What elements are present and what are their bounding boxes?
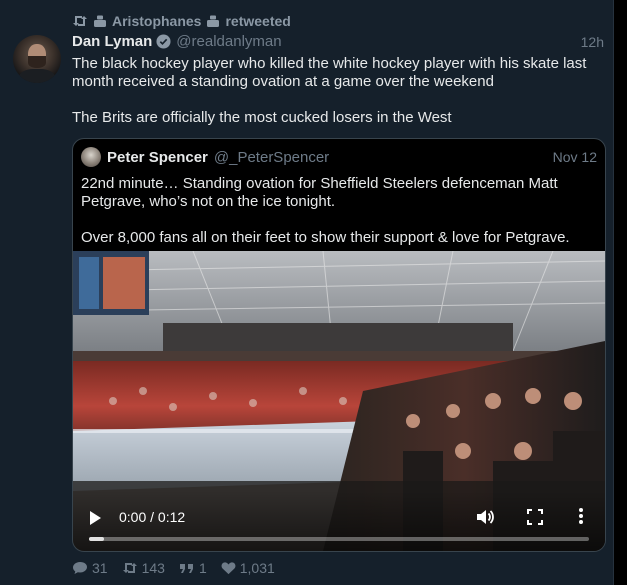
quote-author-name[interactable]: Peter Spencer xyxy=(107,149,208,166)
author-handle[interactable]: @realdanlyman xyxy=(176,33,281,50)
quoted-tweet[interactable]: Peter Spencer @_PeterSpencer Nov 12 22nd… xyxy=(72,138,606,552)
like-stat[interactable]: 1,031 xyxy=(221,560,275,576)
tweet-header: Dan Lyman @realdanlyman 12h xyxy=(72,33,604,50)
retweet-count: 143 xyxy=(141,560,165,576)
engagement-stats: 31 143 1 1,031 xyxy=(72,560,289,576)
video-buffer xyxy=(89,537,104,541)
play-icon[interactable] xyxy=(87,509,103,532)
reply-count: 31 xyxy=(92,560,108,576)
scrollbar[interactable] xyxy=(614,0,627,585)
retweet-label: retweeted xyxy=(225,13,291,29)
heart-icon xyxy=(221,561,236,575)
retweet-context: Aristophanes retweeted xyxy=(72,13,291,29)
retweeter-name[interactable]: Aristophanes xyxy=(112,13,201,29)
tweet-text: The black hockey player who killed the w… xyxy=(72,55,587,126)
quote-stat[interactable]: 1 xyxy=(179,560,207,576)
quote-header: Peter Spencer @_PeterSpencer Nov 12 xyxy=(81,147,597,167)
avatar[interactable] xyxy=(13,35,61,83)
video-time: 0:00 / 0:12 xyxy=(119,509,186,525)
retweet-icon xyxy=(122,561,138,575)
author-name[interactable]: Dan Lyman xyxy=(72,33,152,50)
quote-avatar[interactable] xyxy=(81,147,101,167)
video-controls: 0:00 / 0:12 xyxy=(73,491,605,551)
reply-icon xyxy=(72,561,88,575)
video-progress-bar[interactable] xyxy=(89,537,589,541)
verified-badge-icon xyxy=(156,34,171,49)
retweet-icon xyxy=(72,14,88,28)
quote-count: 1 xyxy=(198,560,207,576)
tweet-timestamp[interactable]: 12h xyxy=(581,34,604,50)
retweet-stat[interactable]: 143 xyxy=(122,560,165,576)
more-vertical-icon[interactable] xyxy=(577,506,585,531)
tweet-card[interactable]: Aristophanes retweeted Dan Lyman @realda… xyxy=(0,0,614,585)
reply-stat[interactable]: 31 xyxy=(72,560,108,576)
volume-icon[interactable] xyxy=(475,507,495,532)
quote-text: 22nd minute… Standing ovation for Sheffi… xyxy=(81,175,570,246)
quote-author-handle[interactable]: @_PeterSpencer xyxy=(214,149,329,166)
fullscreen-icon[interactable] xyxy=(525,507,545,532)
quote-timestamp[interactable]: Nov 12 xyxy=(553,149,597,165)
video-player[interactable]: 0:00 / 0:12 xyxy=(73,251,605,551)
like-count: 1,031 xyxy=(239,560,275,576)
person-icon xyxy=(92,14,108,28)
person-icon xyxy=(205,14,221,28)
quote-icon xyxy=(179,561,195,575)
